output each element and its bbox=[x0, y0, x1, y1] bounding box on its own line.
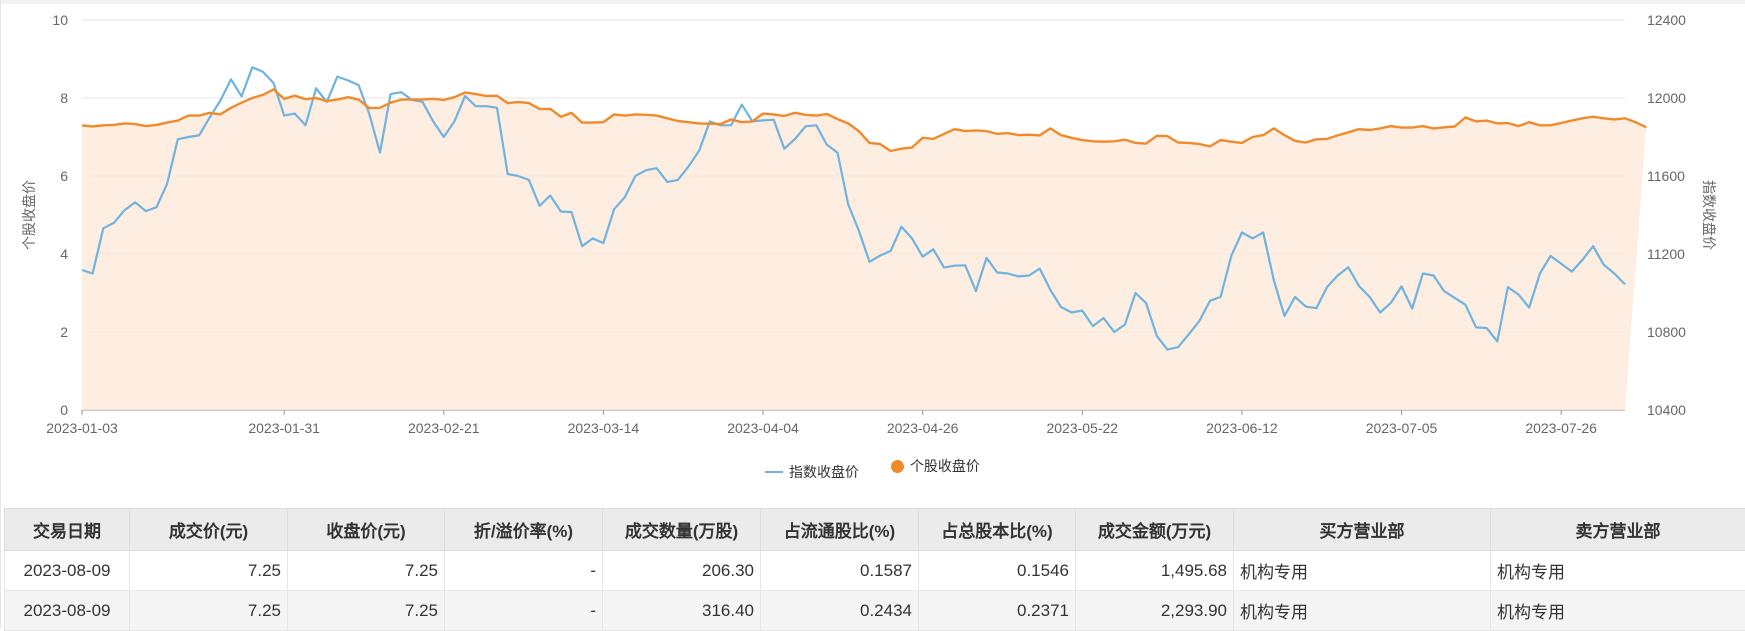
cell-date: 2023-08-09 bbox=[5, 551, 130, 591]
cell-volume: 316.40 bbox=[603, 591, 761, 631]
y-right-tick-label: 10400 bbox=[1647, 402, 1686, 418]
col-header-amount[interactable]: 成交金额(万元) bbox=[1076, 509, 1234, 551]
col-header-seller[interactable]: 卖方营业部 bbox=[1491, 509, 1745, 551]
legend-line-icon bbox=[765, 471, 783, 473]
y-left-tick-label: 8 bbox=[60, 90, 68, 106]
legend-label-stock: 个股收盘价 bbox=[910, 456, 980, 476]
cell-buyer[interactable]: 机构专用 bbox=[1234, 591, 1491, 631]
dual-axis-line-chart: 0 2 4 6 8 10 10400 10800 11200 11600 12000 12400 个股收… bbox=[0, 0, 1745, 450]
chart-legend: 指数收盘价 个股收盘价 bbox=[0, 456, 1745, 482]
y-left-tick-label: 2 bbox=[60, 324, 68, 340]
x-tick-label: 2023-01-31 bbox=[248, 420, 320, 436]
x-tick-label: 2023-04-04 bbox=[727, 420, 799, 436]
cell-deal-price: 7.25 bbox=[130, 551, 288, 591]
x-tick-label: 2023-07-26 bbox=[1525, 420, 1597, 436]
cell-premium-rate: - bbox=[445, 591, 603, 631]
y-right-tick-label: 10800 bbox=[1647, 324, 1686, 340]
y-right-tick-label: 12000 bbox=[1647, 90, 1686, 106]
cell-close-price: 7.25 bbox=[288, 551, 445, 591]
x-tick-label: 2023-02-21 bbox=[408, 420, 480, 436]
legend-dot-icon bbox=[891, 460, 904, 473]
col-header-close-price[interactable]: 收盘价(元) bbox=[288, 509, 445, 551]
cell-seller[interactable]: 机构专用 bbox=[1491, 551, 1745, 591]
y-right-tick-label: 11600 bbox=[1647, 168, 1685, 184]
block-trade-table: 交易日期 成交价(元) 收盘价(元) 折/溢价率(%) 成交数量(万股) 占流通… bbox=[4, 508, 1745, 631]
col-header-total-ratio[interactable]: 占总股本比(%) bbox=[919, 509, 1076, 551]
y-right-tick-label: 11200 bbox=[1647, 246, 1685, 262]
x-tick-label: 2023-03-14 bbox=[568, 420, 640, 436]
y-left-tick-label: 4 bbox=[60, 246, 68, 262]
cell-deal-price: 7.25 bbox=[130, 591, 288, 631]
cell-float-ratio: 0.2434 bbox=[761, 591, 919, 631]
y-left-axis-title: 个股收盘价 bbox=[21, 180, 37, 250]
table-row: 2023-08-09 7.25 7.25 - 316.40 0.2434 0.2… bbox=[5, 591, 1745, 631]
cell-volume: 206.30 bbox=[603, 551, 761, 591]
x-tick-label: 2023-05-22 bbox=[1046, 420, 1118, 436]
legend-item-index[interactable]: 指数收盘价 bbox=[765, 462, 859, 482]
legend-label-index: 指数收盘价 bbox=[789, 462, 859, 482]
col-header-premium-rate[interactable]: 折/溢价率(%) bbox=[445, 509, 603, 551]
cell-seller[interactable]: 机构专用 bbox=[1491, 591, 1745, 631]
cell-float-ratio: 0.1587 bbox=[761, 551, 919, 591]
cell-total-ratio: 0.2371 bbox=[919, 591, 1076, 631]
x-tick-label: 2023-01-03 bbox=[46, 420, 118, 436]
table-header-row: 交易日期 成交价(元) 收盘价(元) 折/溢价率(%) 成交数量(万股) 占流通… bbox=[5, 509, 1745, 551]
col-header-volume[interactable]: 成交数量(万股) bbox=[603, 509, 761, 551]
table-row: 2023-08-09 7.25 7.25 - 206.30 0.1587 0.1… bbox=[5, 551, 1745, 591]
y-left-tick-label: 0 bbox=[60, 402, 68, 418]
col-header-date[interactable]: 交易日期 bbox=[5, 509, 130, 551]
cell-premium-rate: - bbox=[445, 551, 603, 591]
cell-buyer[interactable]: 机构专用 bbox=[1234, 551, 1491, 591]
x-tick-label: 2023-04-26 bbox=[887, 420, 959, 436]
x-tick-label: 2023-06-12 bbox=[1206, 420, 1278, 436]
cell-close-price: 7.25 bbox=[288, 591, 445, 631]
x-tick-label: 2023-07-05 bbox=[1366, 420, 1438, 436]
cell-date: 2023-08-09 bbox=[5, 591, 130, 631]
y-right-tick-label: 12400 bbox=[1647, 12, 1686, 28]
y-right-axis-title: 指数收盘价 bbox=[1701, 180, 1717, 250]
cell-amount: 1,495.68 bbox=[1076, 551, 1234, 591]
legend-item-stock[interactable]: 个股收盘价 bbox=[891, 456, 980, 476]
y-left-tick-label: 6 bbox=[60, 168, 68, 184]
col-header-buyer[interactable]: 买方营业部 bbox=[1234, 509, 1491, 551]
cell-amount: 2,293.90 bbox=[1076, 591, 1234, 631]
col-header-float-ratio[interactable]: 占流通股比(%) bbox=[761, 509, 919, 551]
cell-total-ratio: 0.1546 bbox=[919, 551, 1076, 591]
col-header-deal-price[interactable]: 成交价(元) bbox=[130, 509, 288, 551]
y-left-tick-label: 10 bbox=[52, 12, 68, 28]
